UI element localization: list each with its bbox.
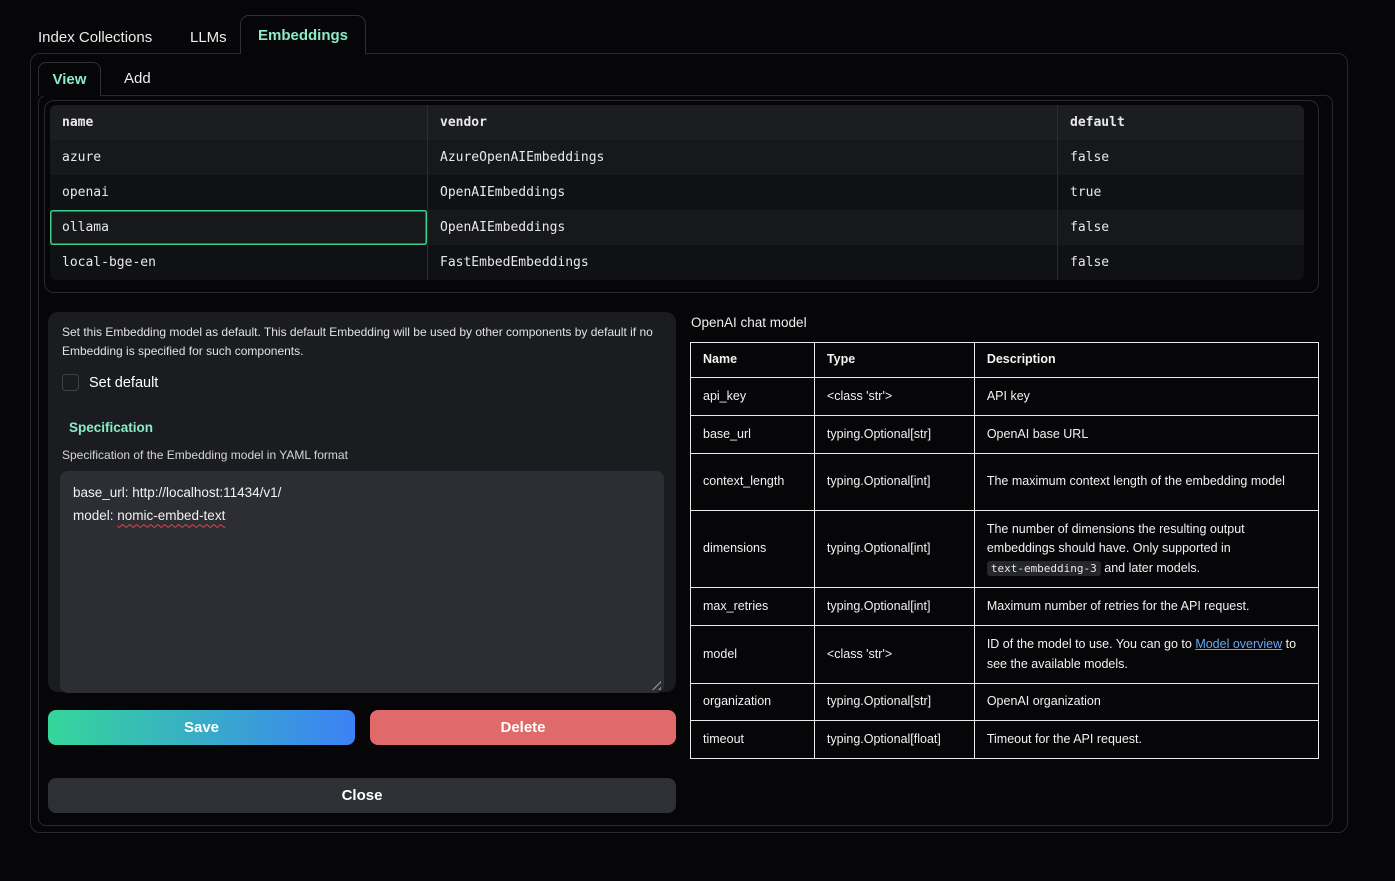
subtab-view[interactable]: View xyxy=(38,62,101,96)
yaml-line-2: model: nomic-embed-text xyxy=(73,505,651,528)
cell-default[interactable]: true xyxy=(1058,175,1304,210)
tab-embeddings[interactable]: Embeddings xyxy=(240,15,366,54)
param-type: typing.Optional[int] xyxy=(814,588,974,626)
col-header-vendor: vendor xyxy=(428,105,1058,140)
inline-code-text-embedding-3: text-embedding-3 xyxy=(987,561,1101,576)
param-row-timeout: timeout typing.Optional[float] Timeout f… xyxy=(691,721,1319,759)
param-row-context-length: context_length typing.Optional[int] The … xyxy=(691,454,1319,511)
subtab-add[interactable]: Add xyxy=(118,62,157,95)
cell-vendor[interactable]: OpenAIEmbeddings xyxy=(428,210,1058,245)
param-row-dimensions: dimensions typing.Optional[int] The numb… xyxy=(691,511,1319,588)
param-type: typing.Optional[str] xyxy=(814,684,974,721)
set-default-row: Set default xyxy=(62,374,662,391)
delete-button-label: Delete xyxy=(500,719,545,736)
tab-index-collections[interactable]: Index Collections xyxy=(38,29,152,46)
cell-name[interactable]: openai xyxy=(50,175,428,210)
param-type: typing.Optional[float] xyxy=(814,721,974,759)
param-row-organization: organization typing.Optional[str] OpenAI… xyxy=(691,684,1319,721)
param-row-max-retries: max_retries typing.Optional[int] Maximum… xyxy=(691,588,1319,626)
save-button[interactable]: Save xyxy=(48,710,355,745)
spec-yaml-editor[interactable]: base_url: http://localhost:11434/v1/ mod… xyxy=(60,471,664,693)
yaml-line-2-value: nomic-embed-text xyxy=(117,508,225,523)
cell-vendor[interactable]: AzureOpenAIEmbeddings xyxy=(428,140,1058,175)
embeddings-table: name vendor default azure AzureOpenAIEmb… xyxy=(50,105,1304,280)
cell-vendor[interactable]: OpenAIEmbeddings xyxy=(428,175,1058,210)
set-default-checkbox[interactable] xyxy=(62,374,79,391)
model-overview-link[interactable]: Model overview xyxy=(1195,637,1282,651)
set-default-description: Set this Embedding model as default. Thi… xyxy=(62,323,662,361)
cell-name[interactable]: azure xyxy=(50,140,428,175)
desc-text: The number of dimensions the resulting o… xyxy=(987,522,1245,555)
table-row-ollama-selected[interactable]: ollama OpenAIEmbeddings false xyxy=(50,210,1304,245)
delete-button[interactable]: Delete xyxy=(370,710,676,745)
desc-text: and later models. xyxy=(1101,561,1200,575)
subtab-add-label: Add xyxy=(124,70,151,87)
tab-llms[interactable]: LLMs xyxy=(190,29,227,46)
set-default-label: Set default xyxy=(89,375,158,391)
param-col-name: Name xyxy=(691,343,815,378)
cell-name[interactable]: local-bge-en xyxy=(50,245,428,280)
close-button-label: Close xyxy=(342,787,383,804)
param-desc: The maximum context length of the embedd… xyxy=(974,454,1318,511)
param-desc: API key xyxy=(974,378,1318,416)
textarea-resize-handle[interactable] xyxy=(651,680,661,690)
model-docs-title: OpenAI chat model xyxy=(691,315,807,330)
param-type: typing.Optional[str] xyxy=(814,416,974,454)
param-type: <class 'str'> xyxy=(814,626,974,684)
param-desc: Timeout for the API request. xyxy=(974,721,1318,759)
param-row-base-url: base_url typing.Optional[str] OpenAI bas… xyxy=(691,416,1319,454)
param-type: typing.Optional[int] xyxy=(814,511,974,588)
param-type: typing.Optional[int] xyxy=(814,454,974,511)
param-name: context_length xyxy=(691,454,815,511)
desc-text: ID of the model to use. You can go to xyxy=(987,637,1195,651)
param-name: timeout xyxy=(691,721,815,759)
col-header-name: name xyxy=(50,105,428,140)
cell-default[interactable]: false xyxy=(1058,210,1304,245)
table-row-openai[interactable]: openai OpenAIEmbeddings true xyxy=(50,175,1304,210)
param-name: base_url xyxy=(691,416,815,454)
table-row-local-bge-en[interactable]: local-bge-en FastEmbedEmbeddings false xyxy=(50,245,1304,280)
param-desc: OpenAI base URL xyxy=(974,416,1318,454)
param-desc: Maximum number of retries for the API re… xyxy=(974,588,1318,626)
embeddings-table-header: name vendor default xyxy=(50,105,1304,140)
embedding-detail-card: Set this Embedding model as default. Thi… xyxy=(48,312,676,692)
param-name: api_key xyxy=(691,378,815,416)
param-name: model xyxy=(691,626,815,684)
param-name: dimensions xyxy=(691,511,815,588)
model-params-table: Name Type Description api_key <class 'st… xyxy=(690,342,1319,759)
cell-default[interactable]: false xyxy=(1058,140,1304,175)
param-name: max_retries xyxy=(691,588,815,626)
yaml-line-1: base_url: http://localhost:11434/v1/ xyxy=(73,482,651,505)
yaml-line-2-key: model: xyxy=(73,508,117,523)
param-desc: OpenAI organization xyxy=(974,684,1318,721)
param-type: <class 'str'> xyxy=(814,378,974,416)
save-button-label: Save xyxy=(184,719,219,736)
table-row-azure[interactable]: azure AzureOpenAIEmbeddings false xyxy=(50,140,1304,175)
param-row-api-key: api_key <class 'str'> API key xyxy=(691,378,1319,416)
param-desc: The number of dimensions the resulting o… xyxy=(974,511,1318,588)
specification-helper-text: Specification of the Embedding model in … xyxy=(62,448,662,462)
specification-heading: Specification xyxy=(69,420,662,435)
param-col-type: Type xyxy=(814,343,974,378)
close-button[interactable]: Close xyxy=(48,778,676,813)
tab-embeddings-label: Embeddings xyxy=(258,27,348,44)
cell-vendor[interactable]: FastEmbedEmbeddings xyxy=(428,245,1058,280)
param-name: organization xyxy=(691,684,815,721)
cell-default[interactable]: false xyxy=(1058,245,1304,280)
col-header-default: default xyxy=(1058,105,1304,140)
subtab-view-label: View xyxy=(53,71,87,88)
param-col-description: Description xyxy=(974,343,1318,378)
params-header-row: Name Type Description xyxy=(691,343,1319,378)
param-row-model: model <class 'str'> ID of the model to u… xyxy=(691,626,1319,684)
cell-name-selected[interactable]: ollama xyxy=(50,210,428,245)
param-desc: ID of the model to use. You can go to Mo… xyxy=(974,626,1318,684)
